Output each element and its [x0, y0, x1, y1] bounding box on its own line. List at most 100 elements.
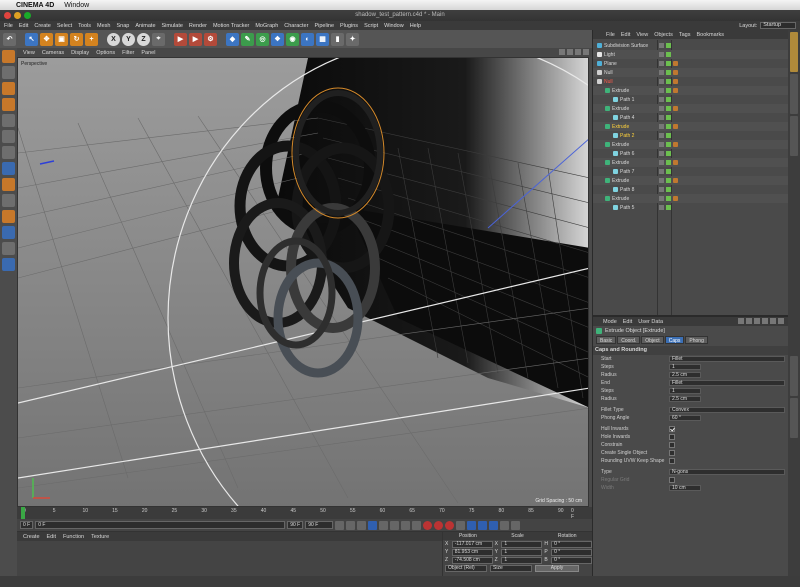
layer-icon[interactable] [659, 43, 664, 48]
tab-basic[interactable]: Basic [596, 336, 617, 344]
viewport-menu-filter[interactable]: Filter [122, 50, 134, 56]
workplane-icon[interactable] [2, 226, 15, 239]
phong-tag-icon[interactable] [673, 178, 678, 183]
layer-icon[interactable] [659, 70, 664, 75]
menu-motion-tracker[interactable]: Motion Tracker [213, 23, 249, 29]
enable-check-icon[interactable] [666, 160, 671, 165]
texture-mode-icon[interactable] [2, 82, 15, 95]
layer-icon[interactable] [659, 205, 664, 210]
position-field[interactable]: 81.953 cm [451, 548, 493, 556]
layer-icon[interactable] [659, 115, 664, 120]
attribute-menu-mode[interactable]: Mode [603, 319, 617, 325]
object-row[interactable]: Extrude [593, 194, 788, 203]
autokey-icon[interactable] [434, 520, 444, 530]
new-panel-icon[interactable] [778, 318, 784, 324]
minimize-window-icon[interactable] [14, 12, 21, 19]
play-icon[interactable] [368, 520, 378, 530]
tab-structure[interactable] [790, 116, 798, 156]
viewport-menu-panel[interactable]: Panel [141, 50, 155, 56]
menu-help[interactable]: Help [410, 23, 421, 29]
attribute-menu-user-data[interactable]: User Data [638, 319, 663, 325]
enable-check-icon[interactable] [666, 169, 671, 174]
previous-key-icon[interactable] [346, 520, 356, 530]
menu-file[interactable]: File [4, 23, 13, 29]
object-menu-view[interactable]: View [636, 32, 648, 38]
phong-tag-icon[interactable] [673, 61, 678, 66]
enable-check-icon[interactable] [666, 115, 671, 120]
object-row[interactable]: Extrude [593, 140, 788, 149]
phong-tag-icon[interactable] [673, 79, 678, 84]
interpolation-icon[interactable] [511, 520, 521, 530]
menu-select[interactable]: Select [57, 23, 72, 29]
deformer-icon[interactable]: ◉ [286, 32, 299, 46]
viewport-menu-display[interactable]: Display [71, 50, 89, 56]
layer-icon[interactable] [659, 97, 664, 102]
enable-axis-icon[interactable] [2, 162, 15, 175]
phong-tag-icon[interactable] [673, 70, 678, 75]
phong-tag-icon[interactable] [673, 196, 678, 201]
object-row[interactable]: Path 7 [593, 167, 788, 176]
property-checkbox[interactable] [669, 426, 675, 432]
lock-icon[interactable] [770, 318, 776, 324]
tab-layers[interactable] [790, 398, 798, 438]
frame-range-slider[interactable]: 0 F [35, 521, 286, 529]
record-scale-icon[interactable] [467, 520, 477, 530]
floor-icon[interactable]: ▦ [316, 32, 329, 46]
layer-icon[interactable] [659, 133, 664, 138]
viewport-solo-icon[interactable] [2, 194, 15, 207]
layer-icon[interactable] [659, 142, 664, 147]
rotate-icon[interactable]: ↻ [70, 32, 83, 46]
material-menu-edit[interactable]: Edit [47, 534, 56, 540]
property-checkbox[interactable] [669, 442, 675, 448]
layer-icon[interactable] [659, 169, 664, 174]
app-name-menu[interactable]: CINEMA 4D [16, 2, 54, 9]
menu-character[interactable]: Character [284, 23, 308, 29]
layer-icon[interactable] [659, 187, 664, 192]
object-menu-bookmarks[interactable]: Bookmarks [696, 32, 724, 38]
close-window-icon[interactable] [4, 12, 11, 19]
layer-icon[interactable] [659, 178, 664, 183]
menu-window[interactable]: Window [384, 23, 404, 29]
property-checkbox[interactable] [669, 477, 675, 483]
render-view-icon[interactable]: ▶ [174, 32, 187, 46]
live-selection-icon[interactable]: ↖ [25, 32, 38, 46]
position-field[interactable]: -74.508 cm [451, 556, 493, 564]
render-picture-viewer-icon[interactable]: ▶ [189, 32, 202, 46]
object-row[interactable]: Path 8 [593, 185, 788, 194]
search-icon[interactable] [762, 318, 768, 324]
layout-dropdown[interactable]: Startup [760, 22, 796, 29]
object-row[interactable]: Null [593, 68, 788, 77]
menu-script[interactable]: Script [364, 23, 378, 29]
property-number-field[interactable]: 2.5 cm [669, 372, 701, 378]
tab-attributes[interactable] [790, 356, 798, 396]
attribute-menu-edit[interactable]: Edit [623, 319, 632, 325]
back-arrow-icon[interactable] [746, 318, 752, 324]
timeline-ruler[interactable]: 0510152025303540455055606570758085900 F [17, 507, 592, 520]
record-position-icon[interactable] [456, 520, 466, 530]
record-icon[interactable] [423, 520, 433, 530]
edges-mode-icon[interactable] [2, 130, 15, 143]
material-menu-function[interactable]: Function [63, 534, 84, 540]
property-checkbox[interactable] [669, 458, 675, 464]
enable-check-icon[interactable] [666, 52, 671, 57]
scale-icon[interactable]: ▣ [55, 32, 68, 46]
enable-check-icon[interactable] [666, 178, 671, 183]
material-menu-create[interactable]: Create [23, 534, 40, 540]
enable-check-icon[interactable] [666, 196, 671, 201]
environment-icon[interactable]: ◐ [301, 32, 314, 46]
enable-check-icon[interactable] [666, 106, 671, 111]
pan-icon[interactable] [559, 49, 565, 55]
object-menu-file[interactable]: File [606, 32, 615, 38]
phong-tag-icon[interactable] [673, 124, 678, 129]
locked-workplane-icon[interactable] [2, 242, 15, 255]
subdivision-surface-icon[interactable]: ◎ [256, 32, 269, 46]
viewport-menu-view[interactable]: View [23, 50, 35, 56]
record-parameter-icon[interactable] [489, 520, 499, 530]
menu-pipeline[interactable]: Pipeline [314, 23, 334, 29]
menu-edit[interactable]: Edit [19, 23, 28, 29]
up-arrow-icon[interactable] [738, 318, 744, 324]
scale-field[interactable]: 1 [501, 540, 543, 548]
menu-plugins[interactable]: Plugins [340, 23, 358, 29]
enable-check-icon[interactable] [666, 205, 671, 210]
pen-spline-icon[interactable]: ✎ [241, 32, 254, 46]
